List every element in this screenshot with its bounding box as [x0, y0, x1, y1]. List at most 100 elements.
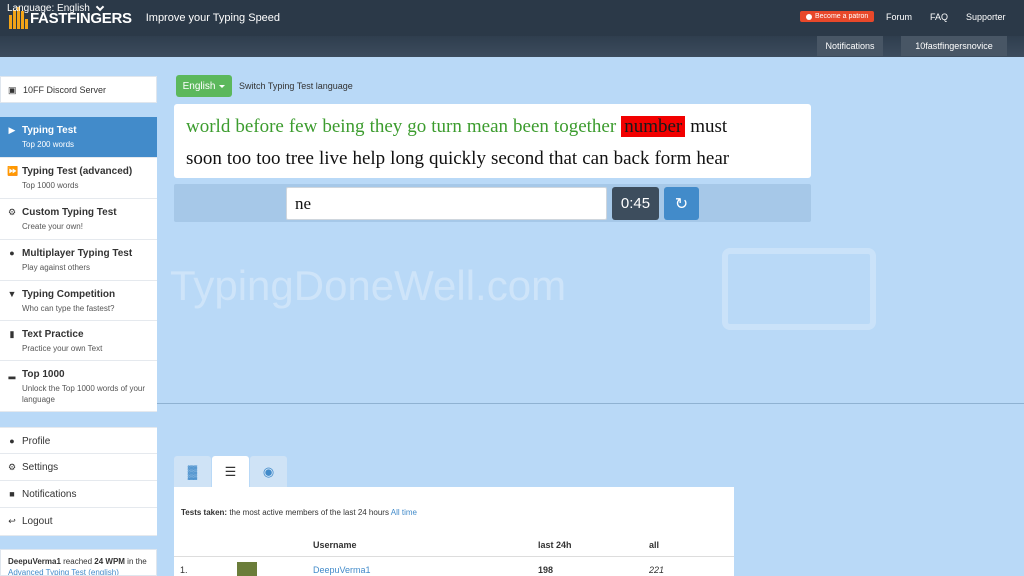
- tab-global[interactable]: ◉: [250, 456, 287, 487]
- word: go: [407, 116, 427, 137]
- sidebar-item-title: Typing Test: [22, 125, 77, 136]
- server-icon: ☰: [224, 463, 237, 479]
- sidebar-item-title: Top 1000: [22, 369, 65, 380]
- word: long: [390, 148, 424, 169]
- discord-icon: ▣: [8, 85, 17, 95]
- words-line-1: world before few being they go turn mean been tog…: [186, 116, 732, 138]
- sidebar-item-sub: Create your own!: [22, 222, 83, 231]
- section-divider: [157, 403, 1024, 404]
- refresh-icon: ↻: [674, 195, 689, 213]
- globe-icon: ◉: [262, 463, 275, 479]
- word: mean: [466, 116, 509, 137]
- sidebar-item-title: Typing Competition: [22, 289, 116, 300]
- word: help: [352, 148, 386, 169]
- sidebar-item-title: Profile: [22, 436, 51, 447]
- tests-taken-caption: Tests taken: the most active members of …: [181, 508, 417, 517]
- notifications-button[interactable]: Notifications: [817, 36, 883, 56]
- discord-link[interactable]: ▣ 10FF Discord Server: [0, 76, 157, 103]
- sidebar-item-sub: Who can type the fastest?: [22, 304, 115, 313]
- table-row-all: 221: [649, 565, 665, 575]
- word: they: [369, 116, 403, 137]
- word: that: [548, 148, 578, 169]
- word: quickly: [428, 148, 486, 169]
- avatar[interactable]: [237, 562, 257, 576]
- become-patron-button[interactable]: Become a patron: [800, 11, 875, 22]
- keyboard-watermark-icon: [722, 248, 876, 330]
- sidebar-item-title: Logout: [22, 516, 53, 527]
- sidebar-item-title: Typing Test (advanced): [22, 166, 133, 177]
- table-header-divider: [174, 556, 734, 557]
- sidebar-item-title: Custom Typing Test: [22, 207, 117, 218]
- forum-link[interactable]: Forum: [886, 12, 912, 22]
- language-label: Language: English: [7, 3, 90, 14]
- feed-wpm: 24 WPM: [94, 557, 125, 566]
- sidebar-item-text-practice[interactable]: ▮ Text Practice Practice your own Text: [0, 321, 157, 361]
- tagline: Improve your Typing Speed: [145, 12, 281, 24]
- book-icon: ▮: [9, 329, 15, 339]
- sidebar-item-profile[interactable]: ● Profile: [0, 427, 157, 454]
- sidebar-item-top-1000[interactable]: ▂ Top 1000 Unlock the Top 1000 words of …: [0, 361, 157, 412]
- tests-taken-desc: the most active members of the last 24 h…: [227, 508, 391, 517]
- feed-user: DeepuVerma1: [8, 557, 61, 566]
- supporter-link[interactable]: Supporter: [966, 12, 1006, 22]
- typing-input[interactable]: [286, 187, 607, 220]
- words-display: world before few being they go turn mean been tog…: [174, 104, 811, 178]
- sidebar-item-custom-typing-test[interactable]: ⚙ Custom Typing Test Create your own!: [0, 199, 157, 240]
- all-time-link[interactable]: All time: [391, 508, 417, 517]
- sidebar-item-sub: Practice your own Text: [22, 344, 103, 353]
- trophy-icon: ▼: [7, 289, 17, 299]
- faq-link[interactable]: FAQ: [930, 12, 948, 22]
- sidebar-item-typing-test[interactable]: ▶ Typing Test Top 200 words: [0, 117, 157, 158]
- table-row-last24: 198: [538, 565, 554, 575]
- reload-button[interactable]: ↻: [664, 187, 699, 220]
- language-selector[interactable]: Language: English: [7, 2, 105, 14]
- test-language-button[interactable]: English: [176, 75, 232, 97]
- caret-down-icon: [219, 84, 226, 88]
- sidebar-item-sub: Top 200 words: [22, 140, 75, 149]
- word: must: [690, 116, 728, 137]
- bar-chart-icon: ▓: [187, 464, 198, 479]
- activity-feed: DeepuVerma1 reached 24 WPM in the Advanc…: [0, 549, 157, 576]
- chevron-down-icon: [95, 2, 105, 12]
- feed-test-link[interactable]: Advanced Typing Test (english): [8, 568, 119, 575]
- tab-rankings[interactable]: ☰: [212, 456, 249, 487]
- watermark-text: TypingDoneWell.com: [170, 262, 567, 309]
- sidebar-item-title: Text Practice: [22, 329, 84, 340]
- sidebar-item-sub: Play against others: [22, 263, 91, 272]
- discord-label: 10FF Discord Server: [23, 85, 107, 95]
- current-word: number: [621, 116, 686, 137]
- rankings-panel: [174, 487, 734, 576]
- word: second: [490, 148, 544, 169]
- word: being: [322, 116, 365, 137]
- column-header-all: all: [649, 540, 660, 550]
- word: together: [553, 116, 617, 137]
- word: too: [226, 148, 252, 169]
- word: can: [582, 148, 609, 169]
- sidebar-item-multiplayer[interactable]: ● Multiplayer Typing Test Play against o…: [0, 240, 157, 281]
- sidebar-item-title: Notifications: [22, 489, 77, 500]
- sidebar-item-settings[interactable]: ⚙ Settings: [0, 454, 157, 481]
- sidebar-item-typing-test-advanced[interactable]: ⏩ Typing Test (advanced) Top 1000 words: [0, 158, 157, 199]
- word: back: [613, 148, 650, 169]
- fast-forward-icon: ⏩: [7, 166, 19, 176]
- tab-statistics[interactable]: ▓: [174, 456, 211, 487]
- switch-language-label: Switch Typing Test language: [239, 81, 353, 91]
- table-row-username[interactable]: DeepuVerma1: [313, 565, 371, 575]
- word: few: [288, 116, 318, 137]
- sidebar-item-sub: Top 1000 words: [22, 181, 79, 190]
- word: live: [318, 148, 348, 169]
- comment-icon: ■: [9, 489, 15, 499]
- word: tree: [285, 148, 314, 169]
- users-icon: ●: [9, 248, 15, 258]
- tests-taken-label: Tests taken:: [181, 508, 228, 517]
- signal-icon: ▂: [8, 369, 16, 379]
- test-language-label: English: [182, 80, 216, 92]
- word: hear: [696, 148, 730, 169]
- sidebar-item-competition[interactable]: ▼ Typing Competition Who can type the fa…: [0, 281, 157, 321]
- table-row-rank: 1.: [180, 565, 188, 575]
- user-menu-button[interactable]: 10fastfingersnovice: [901, 36, 1007, 56]
- sidebar-item-logout[interactable]: ↩ Logout: [0, 508, 157, 536]
- sidebar-item-title: Multiplayer Typing Test: [22, 248, 133, 259]
- word: soon: [186, 148, 222, 169]
- sidebar-item-notifications[interactable]: ■ Notifications: [0, 481, 157, 508]
